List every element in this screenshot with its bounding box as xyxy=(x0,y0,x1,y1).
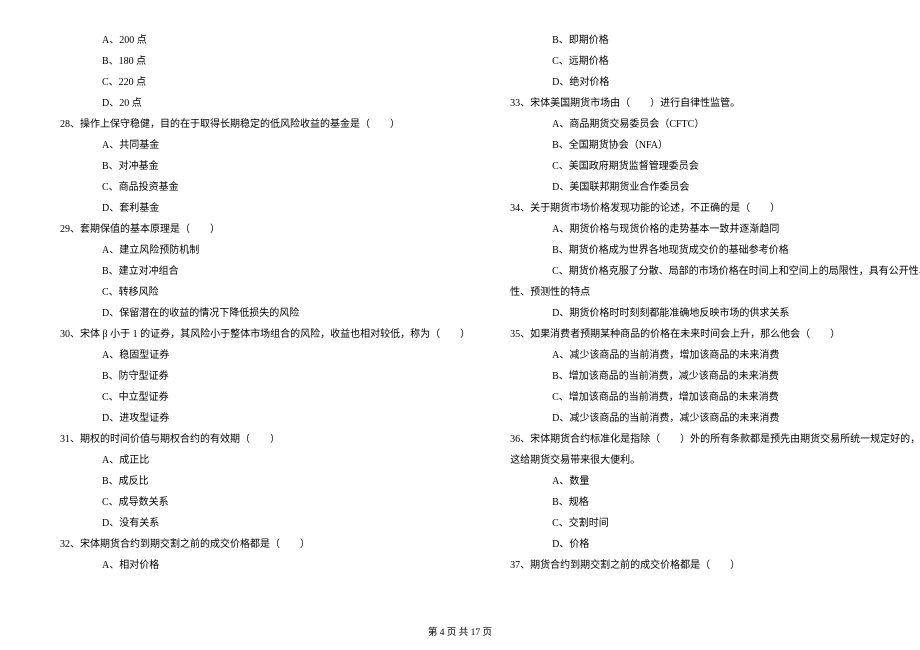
answer-option: C、220 点 xyxy=(60,72,470,93)
answer-option: A、共同基金 xyxy=(60,135,470,156)
answer-option: D、美国联邦期货业合作委员会 xyxy=(510,177,920,198)
question-text: 28、操作上保守稳健，目的在于取得长期稳定的低风险收益的基金是（ ） xyxy=(60,114,470,135)
answer-option: D、套利基金 xyxy=(60,198,470,219)
answer-option: B、规格 xyxy=(510,492,920,513)
answer-option: C、期货价格克服了分散、局部的市场价格在时间上和空间上的局限性，具有公开性、连续 xyxy=(510,261,920,282)
answer-option: A、200 点 xyxy=(60,30,470,51)
answer-option: A、稳固型证券 xyxy=(60,345,470,366)
answer-option: B、即期价格 xyxy=(510,30,920,51)
answer-option: D、进攻型证券 xyxy=(60,408,470,429)
answer-option: D、保留潜在的收益的情况下降低损失的风险 xyxy=(60,303,470,324)
answer-option: C、美国政府期货监督管理委员会 xyxy=(510,156,920,177)
question-text: 34、关于期货市场价格发现功能的论述，不正确的是（ ） xyxy=(510,198,920,219)
question-text: 33、宋体美国期货市场由（ ）进行自律性监管。 xyxy=(510,93,920,114)
answer-option: A、成正比 xyxy=(60,450,470,471)
answer-option: B、期货价格成为世界各地现货成交价的基础参考价格 xyxy=(510,240,920,261)
answer-option: B、增加该商品的当前消费，减少该商品的未来消费 xyxy=(510,366,920,387)
page-container: A、200 点B、180 点C、220 点D、20 点28、操作上保守稳健，目的… xyxy=(0,0,920,616)
answer-option: A、相对价格 xyxy=(60,555,470,576)
answer-option: C、增加该商品的当前消费，增加该商品的未来消费 xyxy=(510,387,920,408)
question-text: 30、宋体 β 小于 1 的证券，其风险小于整体市场组合的风险，收益也相对较低，… xyxy=(60,324,470,345)
question-text: 29、套期保值的基本原理是（ ） xyxy=(60,219,470,240)
answer-option: A、建立风险预防机制 xyxy=(60,240,470,261)
answer-option: B、成反比 xyxy=(60,471,470,492)
answer-option: C、商品投资基金 xyxy=(60,177,470,198)
answer-option: D、没有关系 xyxy=(60,513,470,534)
page-footer: 第 4 页 共 17 页 xyxy=(0,624,920,638)
answer-option: A、期货价格与现货价格的走势基本一致并逐渐趋同 xyxy=(510,219,920,240)
answer-option: D、价格 xyxy=(510,534,920,555)
answer-option: C、转移风险 xyxy=(60,282,470,303)
answer-option: A、减少该商品的当前消费，增加该商品的未来消费 xyxy=(510,345,920,366)
answer-option: D、期货价格时时刻刻都能准确地反映市场的供求关系 xyxy=(510,303,920,324)
answer-option: D、绝对价格 xyxy=(510,72,920,93)
answer-option: B、建立对冲组合 xyxy=(60,261,470,282)
question-text: 35、如果消费者预期某种商品的价格在未来时间会上升，那么他会（ ） xyxy=(510,324,920,345)
answer-option: C、成导数关系 xyxy=(60,492,470,513)
answer-option: C、中立型证券 xyxy=(60,387,470,408)
left-column: A、200 点B、180 点C、220 点D、20 点28、操作上保守稳健，目的… xyxy=(60,30,470,576)
question-text: 32、宋体期货合约到期交割之前的成交价格都是（ ） xyxy=(60,534,470,555)
answer-option: B、180 点 xyxy=(60,51,470,72)
right-column: B、即期价格C、远期价格D、绝对价格33、宋体美国期货市场由（ ）进行自律性监管… xyxy=(510,30,920,576)
answer-option: A、数量 xyxy=(510,471,920,492)
question-text: 37、期货合约到期交割之前的成交价格都是（ ） xyxy=(510,555,920,576)
answer-option: C、远期价格 xyxy=(510,51,920,72)
question-text: 36、宋体期货合约标准化是指除（ ）外的所有条款都是预先由期货交易所统一规定好的… xyxy=(510,429,920,450)
question-text: 31、期权的时间价值与期权合约的有效期（ ） xyxy=(60,429,470,450)
answer-option: B、对冲基金 xyxy=(60,156,470,177)
answer-option: B、全国期货协会（NFA） xyxy=(510,135,920,156)
continuation-text: 这给期货交易带来很大便利。 xyxy=(510,450,920,471)
answer-option: D、20 点 xyxy=(60,93,470,114)
continuation-text: 性、预测性的特点 xyxy=(510,282,920,303)
answer-option: B、防守型证券 xyxy=(60,366,470,387)
answer-option: C、交割时间 xyxy=(510,513,920,534)
answer-option: D、减少该商品的当前消费，减少该商品的未来消费 xyxy=(510,408,920,429)
answer-option: A、商品期货交易委员会（CFTC） xyxy=(510,114,920,135)
